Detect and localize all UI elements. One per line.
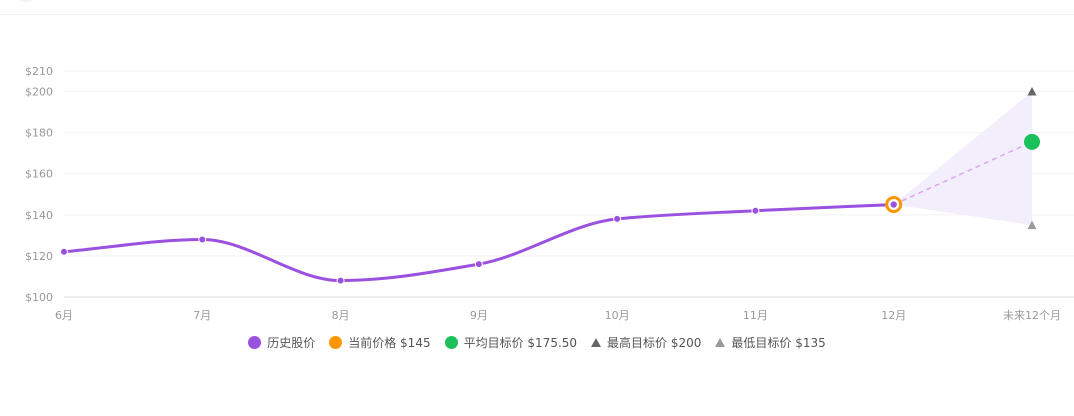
legend-label-current: 当前价格 $145 bbox=[348, 336, 431, 350]
price-chart: $100 $120 $140 $160 $180 $200 $210 6月 7月 8月 9月 10月… bbox=[25, 65, 1074, 322]
y-tick-label: $160 bbox=[25, 168, 53, 181]
x-tick-label: 10月 bbox=[605, 309, 630, 322]
triangle-up-icon bbox=[715, 338, 726, 347]
legend-item-current[interactable]: 当前价格 $145 bbox=[329, 334, 431, 351]
chart-legend: 历史股价 当前价格 $145 平均目标价 $175.50 最高目标价 $200 … bbox=[0, 334, 1074, 351]
current-swatch-icon bbox=[329, 336, 343, 349]
legend-label-low: 最低目标价 $135 bbox=[731, 336, 826, 350]
x-tick-label: 9月 bbox=[470, 309, 488, 322]
legend-item-history[interactable]: 历史股价 bbox=[248, 334, 315, 351]
current-price-dot bbox=[890, 201, 897, 208]
legend-label-average: 平均目标价 $175.50 bbox=[463, 336, 578, 350]
x-tick-label: 11月 bbox=[743, 309, 768, 322]
legend-item-average[interactable]: 平均目标价 $175.50 bbox=[444, 334, 578, 351]
x-tick-label: 未来12个月 bbox=[1003, 309, 1061, 322]
history-line bbox=[62, 203, 896, 283]
y-tick-label: $180 bbox=[25, 127, 53, 140]
y-tick-label: $200 bbox=[25, 86, 53, 99]
forecast-range-band bbox=[893, 91, 1032, 226]
x-tick-label: 6月 bbox=[55, 309, 73, 322]
x-tick-label: 12月 bbox=[881, 309, 906, 322]
y-tick-label: $100 bbox=[25, 291, 53, 304]
y-axis: $100 $120 $140 $160 $180 $200 $210 bbox=[25, 65, 53, 304]
x-axis: 6月 7月 8月 9月 10月 11月 12月 未来12个月 bbox=[55, 309, 1061, 322]
legend-label-history: 历史股价 bbox=[267, 336, 316, 350]
forecast-area bbox=[893, 91, 1033, 226]
x-tick-label: 7月 bbox=[193, 309, 211, 322]
legend-label-high: 最高目标价 $200 bbox=[607, 336, 702, 350]
y-tick-label: $140 bbox=[25, 209, 53, 222]
average-target-marker[interactable] bbox=[1024, 133, 1040, 150]
legend-item-low[interactable]: 最低目标价 $135 bbox=[715, 334, 826, 351]
history-point[interactable] bbox=[198, 235, 207, 244]
history-point[interactable] bbox=[60, 247, 68, 256]
history-point[interactable] bbox=[613, 214, 622, 223]
y-tick-label: $210 bbox=[25, 65, 53, 78]
history-point[interactable] bbox=[751, 206, 760, 215]
history-series bbox=[60, 203, 896, 285]
average-swatch-icon bbox=[444, 336, 458, 349]
history-point[interactable] bbox=[336, 276, 345, 285]
y-tick-label: $120 bbox=[25, 250, 53, 263]
x-tick-label: 8月 bbox=[332, 309, 350, 322]
legend-item-high[interactable]: 最高目标价 $200 bbox=[591, 334, 701, 351]
triangle-up-icon bbox=[591, 338, 602, 347]
history-point[interactable] bbox=[474, 260, 483, 269]
history-swatch-icon bbox=[248, 336, 262, 349]
